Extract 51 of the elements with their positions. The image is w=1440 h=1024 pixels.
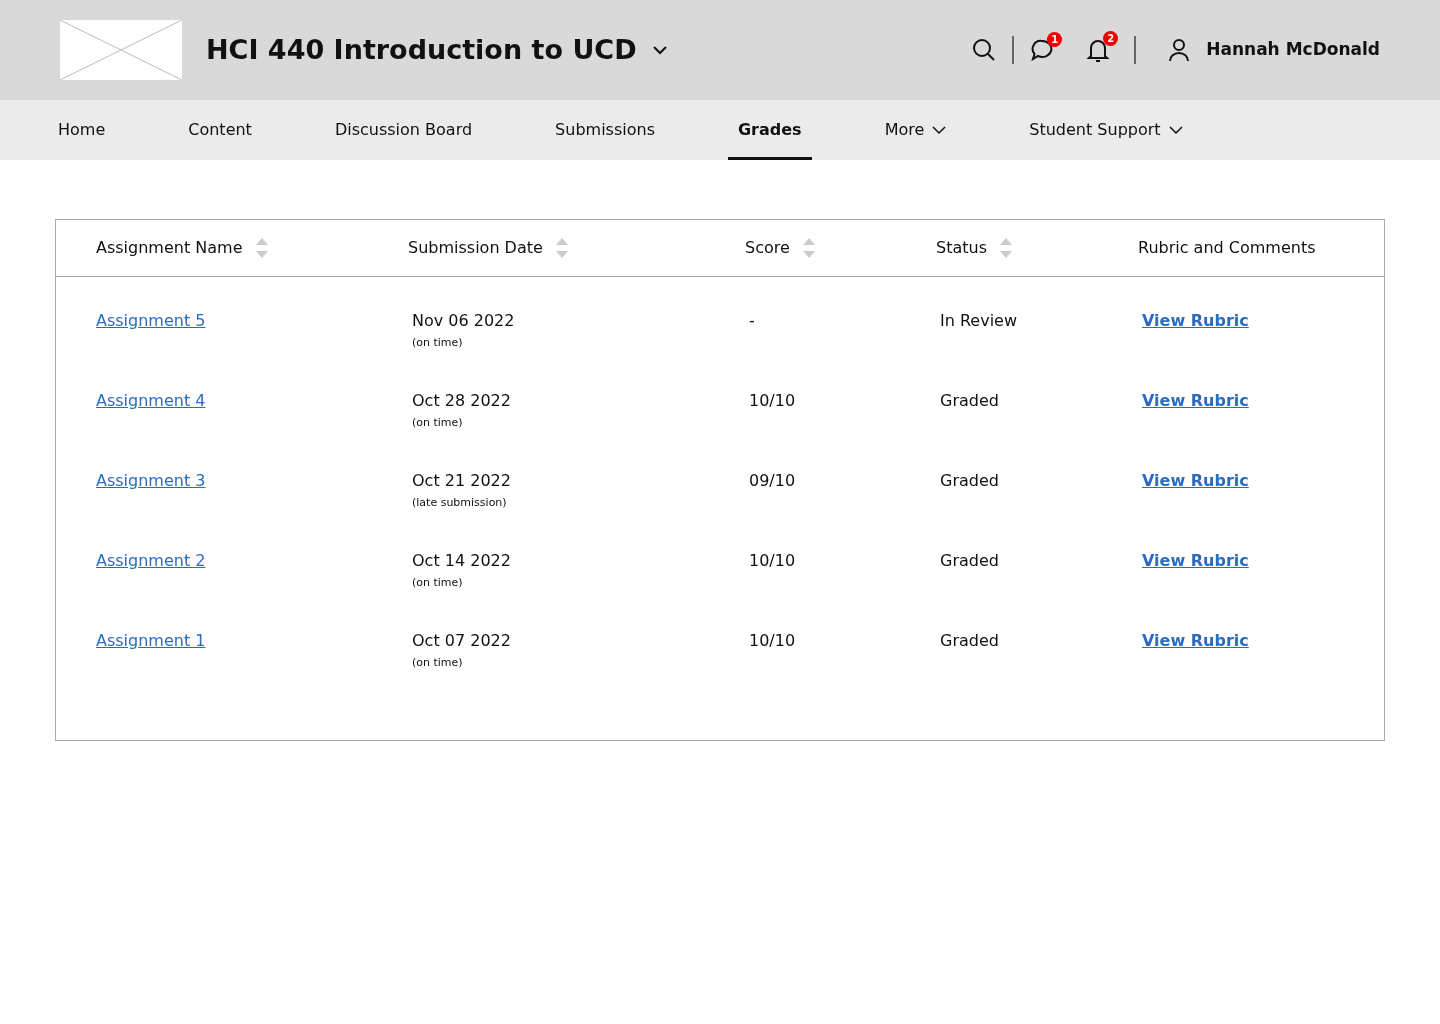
submission-date: Nov 06 2022 (412, 311, 515, 330)
nav-tab[interactable]: Home (48, 100, 116, 160)
submission-note: (on time) (412, 335, 464, 351)
submission-date: Oct 28 2022 (412, 391, 511, 410)
column-header: Status (936, 237, 987, 259)
column-header: Submission Date (408, 237, 543, 259)
assignment-link[interactable]: Assignment 5 (96, 311, 206, 330)
nav-tab[interactable]: Submissions (545, 100, 665, 160)
chevron-down-icon (1168, 125, 1183, 135)
nav-tab[interactable]: Grades (727, 100, 812, 160)
user-name: Hannah McDonald (1206, 38, 1380, 62)
assignment-link[interactable]: Assignment 3 (96, 471, 206, 490)
view-rubric-link[interactable]: View Rubric (1142, 471, 1249, 490)
nav-tab[interactable]: Content (178, 100, 262, 160)
score-text: 09/10 (749, 471, 796, 490)
course-title: HCI 440 Introduction to UCD (206, 32, 637, 67)
view-rubric-link[interactable]: View Rubric (1142, 311, 1249, 330)
score-text: 10/10 (749, 391, 796, 410)
assignment-link[interactable]: Assignment 2 (96, 551, 206, 570)
status-text: Graded (940, 631, 999, 650)
assignment-link[interactable]: Assignment 1 (96, 631, 206, 650)
submission-date: Oct 07 2022 (412, 631, 511, 650)
status-text: Graded (940, 391, 999, 410)
chevron-down-icon[interactable] (652, 45, 667, 55)
submission-date: Oct 21 2022 (412, 471, 511, 490)
view-rubric-link[interactable]: View Rubric (1142, 631, 1249, 650)
nav-tab[interactable]: More (874, 100, 957, 160)
score-text: 10/10 (749, 631, 796, 650)
submission-note: (on time) (412, 575, 464, 591)
user-icon[interactable] (1168, 38, 1191, 62)
view-rubric-link[interactable]: View Rubric (1142, 391, 1249, 410)
chevron-down-icon (932, 125, 947, 135)
notification-count: 1 (1047, 31, 1063, 47)
status-text: Graded (940, 471, 999, 490)
nav-tab[interactable]: Discussion Board (324, 100, 483, 160)
search-icon[interactable] (972, 38, 997, 62)
column-header: Assignment Name (96, 237, 243, 259)
submission-note: (late submission) (412, 495, 508, 511)
status-text: In Review (940, 311, 1018, 330)
submission-note: (on time) (412, 415, 464, 431)
nav-tab[interactable]: Student Support (1019, 100, 1193, 160)
notification-count: 2 (1103, 31, 1119, 46)
score-text: 10/10 (749, 551, 796, 570)
status-text: Graded (940, 551, 999, 570)
submission-note: (on time) (412, 655, 464, 671)
score-text: - (749, 311, 755, 330)
submission-date: Oct 14 2022 (412, 551, 511, 570)
view-rubric-link[interactable]: View Rubric (1142, 551, 1249, 570)
column-header: Rubric and Comments (1138, 237, 1316, 259)
column-header: Score (745, 237, 790, 259)
assignment-link[interactable]: Assignment 4 (96, 391, 206, 410)
